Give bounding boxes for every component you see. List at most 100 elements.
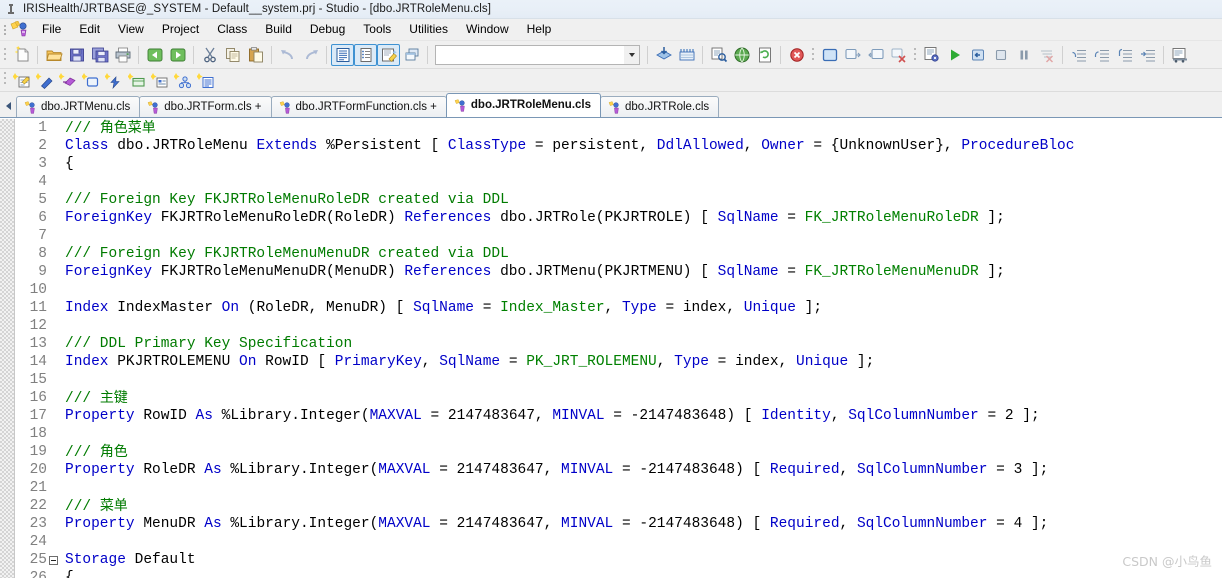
tab-jrtrole[interactable]: dbo.JRTRole.cls (600, 96, 720, 117)
code-line[interactable]: 2 Class dbo.JRTRoleMenu Extends %Persiste… (15, 137, 1222, 155)
menu-help[interactable]: Help (518, 20, 561, 39)
code-line[interactable]: 8 /// Foreign Key FKJRTRoleMenuMenuDR cre… (15, 245, 1222, 263)
namespace-combo[interactable] (435, 44, 640, 65)
menu-edit[interactable]: Edit (70, 20, 109, 39)
save-icon[interactable] (65, 44, 88, 66)
new-query-icon[interactable] (125, 69, 148, 91)
save-all-icon[interactable] (88, 44, 111, 66)
code-line[interactable]: 14 Index PKJRTROLEMENU On RowID [ Primary… (15, 353, 1222, 371)
macro-icon[interactable] (1168, 44, 1191, 66)
debug-target-icon[interactable] (920, 44, 943, 66)
new-trigger-icon[interactable] (102, 69, 125, 91)
step-into-icon[interactable] (966, 44, 989, 66)
code-line[interactable]: 25 Storage Default (15, 551, 1222, 569)
view-class-inspector-icon[interactable] (354, 43, 377, 66)
new-class-icon[interactable] (10, 69, 33, 91)
toolbar-grip[interactable] (1, 70, 9, 90)
code-line[interactable]: 3{ (15, 155, 1222, 173)
new-property-icon[interactable] (33, 69, 56, 91)
refresh-icon[interactable] (753, 44, 776, 66)
undo-icon[interactable] (276, 44, 299, 66)
paste-icon[interactable] (244, 44, 267, 66)
watch-window-icon[interactable] (841, 44, 864, 66)
clear-breakpoints-icon[interactable] (887, 44, 910, 66)
code-line[interactable]: 10 (15, 281, 1222, 299)
code-line[interactable]: 22 /// 菜单 (15, 497, 1222, 515)
outdent-icon[interactable] (1090, 44, 1113, 66)
code-line[interactable]: 12 (15, 317, 1222, 335)
toolbar-grip[interactable] (1, 45, 9, 65)
stop-debug-icon[interactable] (989, 44, 1012, 66)
new-icon[interactable] (10, 44, 33, 66)
code-surface[interactable]: 1 /// 角色菜单 2 Class dbo.JRTRoleMenu Extends … (15, 119, 1222, 578)
code-line[interactable]: 6 ForeignKey FKJRTRoleMenuRoleDR(RoleDR) … (15, 209, 1222, 227)
fold-collapse-icon[interactable] (47, 555, 60, 565)
compile-all-icon[interactable] (675, 44, 698, 66)
class-hierarchy-icon[interactable] (171, 69, 194, 91)
code-line[interactable]: 17 Property RowID As %Library.Integer(MAX… (15, 407, 1222, 425)
view-windows-icon[interactable] (400, 44, 423, 66)
code-line[interactable]: 5 /// Foreign Key FKJRTRoleMenuRoleDR cre… (15, 191, 1222, 209)
navigate-back-icon[interactable] (143, 44, 166, 66)
print-icon[interactable] (111, 44, 134, 66)
navigate-forward-icon[interactable] (166, 44, 189, 66)
menu-utilities[interactable]: Utilities (400, 20, 457, 39)
code-line[interactable]: 16 /// 主键 (15, 389, 1222, 407)
code-line[interactable]: 23 Property MenuDR As %Library.Integer(MA… (15, 515, 1222, 533)
chevron-down-icon[interactable] (624, 45, 639, 64)
compile-icon[interactable] (652, 44, 675, 66)
code-line[interactable]: 7 (15, 227, 1222, 245)
code-line[interactable]: 1 /// 角色菜单 (15, 119, 1222, 137)
pause-icon[interactable] (1012, 44, 1035, 66)
code-line[interactable]: 9 ForeignKey FKJRTRoleMenuMenuDR(MenuDR) … (15, 263, 1222, 281)
output-window-icon[interactable] (818, 44, 841, 66)
tab-jrtmenu[interactable]: dbo.JRTMenu.cls (16, 96, 141, 117)
view-designer-icon[interactable] (377, 43, 400, 66)
scroll-left-icon[interactable] (0, 95, 16, 117)
stop-error-icon[interactable] (785, 44, 808, 66)
new-method-icon[interactable] (56, 69, 79, 91)
code-line[interactable]: 24 (15, 533, 1222, 551)
menu-class[interactable]: Class (208, 20, 256, 39)
tab-jrtform[interactable]: dbo.JRTForm.cls + (139, 96, 272, 117)
code-lines[interactable]: 1 /// 角色菜单 2 Class dbo.JRTRoleMenu Extends … (15, 119, 1222, 578)
code-line[interactable]: 21 (15, 479, 1222, 497)
code-line[interactable]: 20 Property RoleDR As %Library.Integer(MA… (15, 461, 1222, 479)
clear-all-breakpoints-icon[interactable] (1035, 44, 1058, 66)
new-index-icon[interactable] (148, 69, 171, 91)
menu-project[interactable]: Project (153, 20, 208, 39)
breakpoint-margin[interactable] (0, 119, 15, 578)
code-line[interactable]: 18 (15, 425, 1222, 443)
code-editor[interactable]: 1 /// 角色菜单 2 Class dbo.JRTRoleMenu Extends … (0, 118, 1222, 578)
class-members-icon[interactable] (194, 69, 217, 91)
menu-tools[interactable]: Tools (354, 20, 400, 39)
menubar-grip[interactable] (2, 22, 9, 38)
code-line[interactable]: 4 (15, 173, 1222, 191)
redo-icon[interactable] (299, 44, 322, 66)
menu-view[interactable]: View (109, 20, 153, 39)
step-over-icon[interactable] (1136, 44, 1159, 66)
tab-jrtrolemenu[interactable]: dbo.JRTRoleMenu.cls (445, 93, 602, 117)
code-line[interactable]: 19 /// 角色 (15, 443, 1222, 461)
copy-icon[interactable] (221, 44, 244, 66)
code-line[interactable]: 11 Index IndexMaster On (RoleDR, MenuDR) … (15, 299, 1222, 317)
code-line[interactable]: 26 { (15, 569, 1222, 578)
toolbar-grip[interactable] (809, 45, 817, 65)
find-in-files-icon[interactable] (707, 44, 730, 66)
code-line[interactable]: 13 /// DDL Primary Key Specification (15, 335, 1222, 353)
toolbar-grip[interactable] (911, 45, 919, 65)
menu-window[interactable]: Window (457, 20, 518, 39)
run-icon[interactable] (943, 44, 966, 66)
indent-icon[interactable] (1067, 44, 1090, 66)
menu-file[interactable]: File (33, 20, 70, 39)
open-folder-icon[interactable] (42, 44, 65, 66)
view-web-page-icon[interactable] (730, 44, 753, 66)
breakpoint-window-icon[interactable] (864, 44, 887, 66)
step-out-icon[interactable] (1113, 44, 1136, 66)
menu-debug[interactable]: Debug (301, 20, 354, 39)
cut-icon[interactable] (198, 44, 221, 66)
new-parameter-icon[interactable] (79, 69, 102, 91)
tab-jrtformfunction[interactable]: dbo.JRTFormFunction.cls + (270, 96, 447, 117)
view-source-icon[interactable] (331, 43, 354, 66)
code-line[interactable]: 15 (15, 371, 1222, 389)
